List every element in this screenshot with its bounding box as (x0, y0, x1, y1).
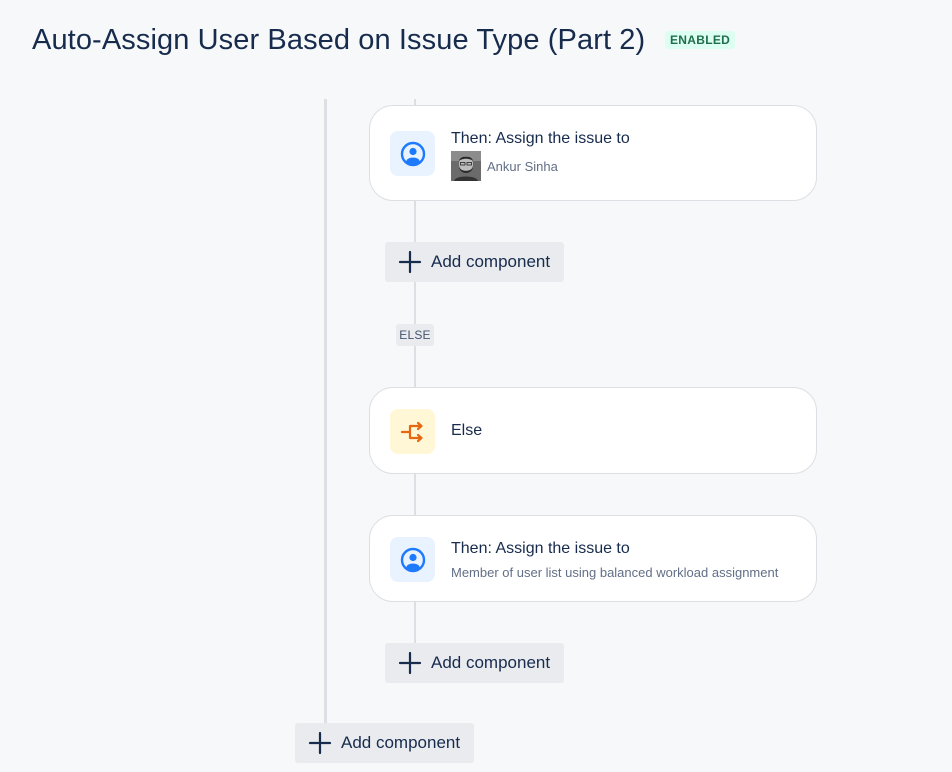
add-component-button[interactable]: Add component (385, 242, 565, 282)
inner-connector-5 (414, 601, 416, 643)
user-circle-icon (400, 547, 425, 572)
action-title: Then: Assign the issue to (451, 540, 630, 557)
add-component-label: Add component (341, 733, 461, 752)
else-card[interactable]: Else (369, 387, 817, 474)
user-circle-icon (400, 141, 425, 166)
assign-action-card[interactable]: Then: Assign the issue to Ankur Sinha (369, 105, 817, 201)
status-badge: ENABLED (665, 31, 736, 49)
else-icon-box (390, 409, 435, 454)
plus-icon (397, 650, 423, 676)
else-lozenge: ELSE (396, 324, 434, 346)
action-subtitle: Member of user list using balanced workl… (451, 565, 779, 580)
inner-connector-4 (414, 473, 416, 516)
outer-branch-line (324, 99, 327, 724)
plus-icon (307, 730, 333, 756)
inner-connector-2 (414, 282, 416, 324)
inner-connector-3 (414, 346, 416, 388)
branch-icon (400, 421, 423, 442)
add-component-button[interactable]: Add component (385, 643, 565, 683)
inner-connector-1 (414, 200, 416, 242)
page-title: Auto-Assign User Based on Issue Type (Pa… (32, 24, 646, 56)
action-title: Then: Assign the issue to (451, 130, 630, 147)
assign-action-card[interactable]: Then: Assign the issue to Member of user… (369, 515, 817, 602)
avatar (451, 151, 481, 181)
assignee-name: Ankur Sinha (487, 159, 558, 174)
else-title: Else (451, 422, 483, 439)
add-component-label: Add component (431, 252, 551, 271)
page-header: Auto-Assign User Based on Issue Type (Pa… (0, 0, 952, 82)
plus-icon (397, 249, 423, 275)
action-icon-box (390, 537, 435, 582)
outer-add-component-button[interactable]: Add component (295, 723, 475, 763)
action-icon-box (390, 131, 435, 176)
add-component-label: Add component (431, 653, 551, 672)
